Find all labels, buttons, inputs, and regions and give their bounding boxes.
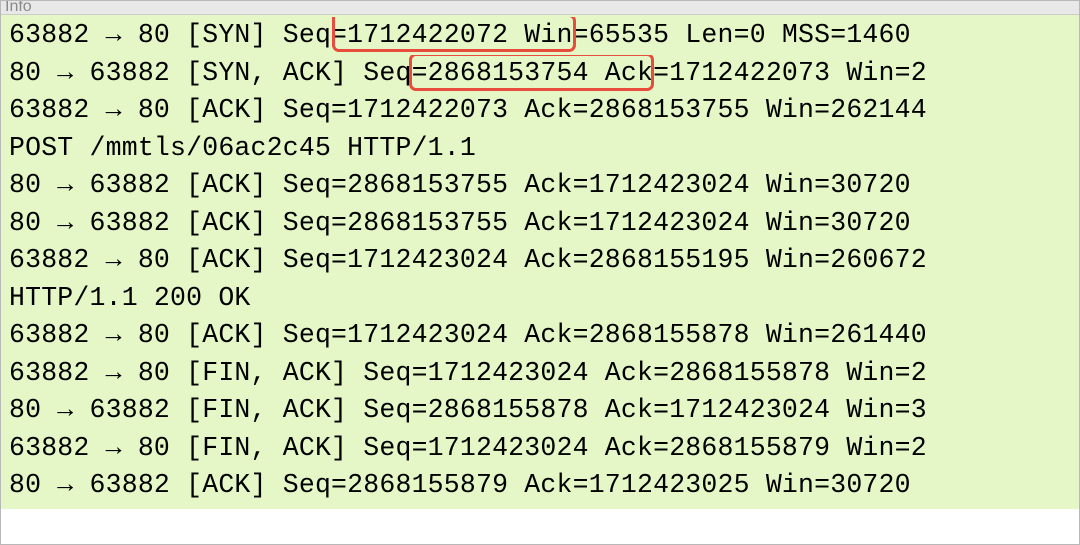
packet-info-text: 63882 → 80 [SYN] Seq=1712422072 Win=6553… xyxy=(9,20,911,50)
packet-info-text: 80 → 63882 [SYN, ACK] Seq=2868153754 Ack… xyxy=(9,58,927,88)
column-header-label: Info xyxy=(5,1,32,15)
packet-row[interactable]: 63882 → 80 [ACK] Seq=1712422073 Ack=2868… xyxy=(1,92,1079,130)
packet-info-text: 80 → 63882 [ACK] Seq=2868153755 Ack=1712… xyxy=(9,170,911,200)
packet-info-text: 63882 → 80 [ACK] Seq=1712423024 Ack=2868… xyxy=(9,320,927,350)
column-header: Info xyxy=(1,1,1079,15)
packet-info-text: POST /mmtls/06ac2c45 HTTP/1.1 xyxy=(9,133,476,163)
packet-row[interactable]: 63882 → 80 [ACK] Seq=1712423024 Ack=2868… xyxy=(1,317,1079,355)
packet-row[interactable]: 80 → 63882 [FIN, ACK] Seq=2868155878 Ack… xyxy=(1,392,1079,430)
packet-info-text: 80 → 63882 [FIN, ACK] Seq=2868155878 Ack… xyxy=(9,395,927,425)
packet-info-text: HTTP/1.1 200 OK xyxy=(9,283,251,313)
packet-info-text: 80 → 63882 [ACK] Seq=2868155879 Ack=1712… xyxy=(9,470,911,500)
packet-row[interactable]: 63882 → 80 [FIN, ACK] Seq=1712423024 Ack… xyxy=(1,430,1079,468)
packet-row[interactable]: 80 → 63882 [SYN, ACK] Seq=2868153754 Ack… xyxy=(1,55,1079,93)
packet-info-text: 63882 → 80 [ACK] Seq=1712422073 Ack=2868… xyxy=(9,95,927,125)
packet-list: 63882 → 80 [SYN] Seq=1712422072 Win=6553… xyxy=(1,15,1079,509)
packet-info-text: 80 → 63882 [ACK] Seq=2868153755 Ack=1712… xyxy=(9,208,911,238)
packet-row[interactable]: HTTP/1.1 200 OK xyxy=(1,280,1079,318)
packet-row[interactable]: 80 → 63882 [ACK] Seq=2868153755 Ack=1712… xyxy=(1,167,1079,205)
packet-info-text: 63882 → 80 [FIN, ACK] Seq=1712423024 Ack… xyxy=(9,433,927,463)
packet-row[interactable]: 80 → 63882 [ACK] Seq=2868155879 Ack=1712… xyxy=(1,467,1079,505)
packet-info-text: 63882 → 80 [FIN, ACK] Seq=1712423024 Ack… xyxy=(9,358,927,388)
packet-row[interactable]: 63882 → 80 [ACK] Seq=1712423024 Ack=2868… xyxy=(1,242,1079,280)
packet-info-text: 63882 → 80 [ACK] Seq=1712423024 Ack=2868… xyxy=(9,245,927,275)
packet-row[interactable]: 63882 → 80 [SYN] Seq=1712422072 Win=6553… xyxy=(1,17,1079,55)
packet-row[interactable]: 63882 → 80 [FIN, ACK] Seq=1712423024 Ack… xyxy=(1,355,1079,393)
packet-row[interactable]: POST /mmtls/06ac2c45 HTTP/1.1 xyxy=(1,130,1079,168)
packet-row[interactable]: 80 → 63882 [ACK] Seq=2868153755 Ack=1712… xyxy=(1,205,1079,243)
